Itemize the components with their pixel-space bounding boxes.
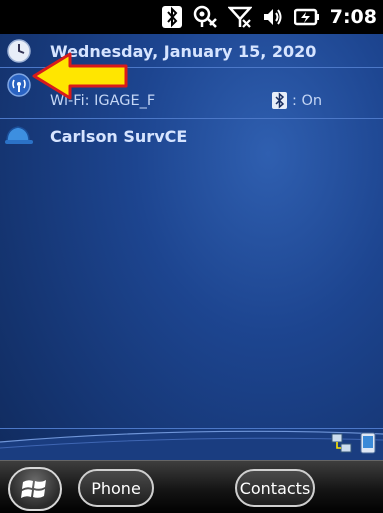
today-screen: 7:08 Wednesday, January 15, 2020 F Wi-Fi… <box>0 0 383 513</box>
status-bar[interactable]: 7:08 <box>0 0 383 34</box>
bluetooth-status-label: : On <box>292 92 323 109</box>
clock-icon <box>6 38 32 68</box>
surveyor-helmet-icon <box>4 123 34 153</box>
bluetooth-status: : On <box>272 92 322 109</box>
contacts-softkey[interactable]: Contacts <box>235 469 315 507</box>
softkey-bar: Phone Contacts <box>0 460 383 513</box>
device-screen-icon[interactable] <box>359 432 377 458</box>
system-tray <box>331 432 377 458</box>
windows-logo-icon <box>21 480 46 498</box>
bluetooth-small-icon <box>272 92 287 109</box>
gps-icon <box>192 5 218 29</box>
battery-icon <box>293 5 320 29</box>
start-button[interactable] <box>8 467 62 511</box>
app-row[interactable]: Carlson SurvCE <box>0 119 383 153</box>
pointer-arrow-icon <box>32 52 128 100</box>
bluetooth-icon <box>161 5 182 29</box>
no-signal-icon <box>227 5 252 29</box>
divider <box>0 428 383 429</box>
decorative-swoosh <box>0 430 383 460</box>
phone-softkey[interactable]: Phone <box>78 469 154 507</box>
app-name: Carlson SurvCE <box>50 127 188 146</box>
network-status-icon[interactable] <box>331 432 353 458</box>
wireless-antenna-icon <box>6 72 32 102</box>
clock-time[interactable]: 7:08 <box>330 6 377 28</box>
volume-icon <box>262 5 284 29</box>
